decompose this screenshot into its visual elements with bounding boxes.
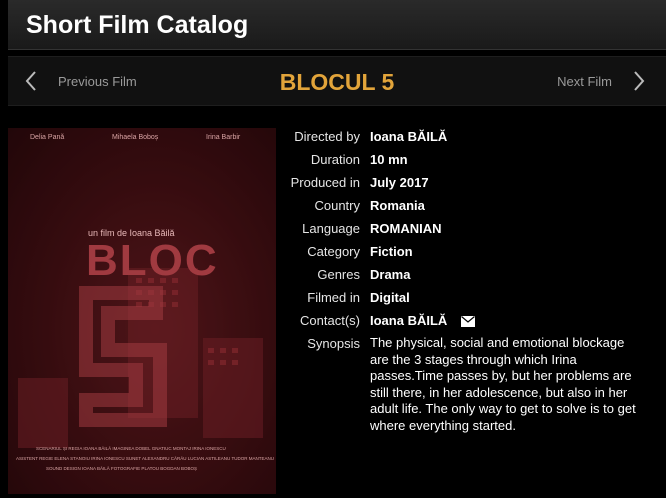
detail-label: Contact(s)	[300, 313, 360, 328]
detail-value: Fiction	[370, 244, 413, 259]
detail-row-produced: Produced in July 2017	[280, 174, 660, 192]
poster-actor: Mihaela Boboș	[112, 134, 159, 141]
poster-credits: SCENARIUL ȘI REGIA IOANA BĂILĂ IMAGINEA …	[36, 446, 226, 451]
detail-value: Romania	[370, 198, 425, 213]
detail-value: Digital	[370, 290, 410, 305]
detail-row-country: Country Romania	[280, 197, 660, 215]
detail-value: Ioana BĂILĂ	[370, 312, 475, 330]
poster-actor: Delia Pană	[30, 134, 65, 141]
poster-credits: SOUND DESIGN IOANA BĂILĂ FOTOGRAFIE PLAT…	[46, 466, 198, 471]
detail-value: Ioana BĂILĂ	[370, 129, 448, 144]
detail-label: Duration	[310, 152, 360, 167]
detail-label: Filmed in	[307, 290, 360, 305]
detail-row-contacts: Contact(s) Ioana BĂILĂ	[280, 312, 660, 330]
detail-label: Category	[307, 244, 360, 259]
detail-row-category: Category Fiction	[280, 243, 660, 261]
poster-title: BLOC	[86, 236, 219, 285]
film-details: Directed by Ioana BĂILĂ Duration 10 mn P…	[280, 128, 660, 439]
detail-label: Genres	[317, 267, 360, 282]
detail-row-synopsis: Synopsis The physical, social and emotio…	[280, 335, 660, 434]
detail-label: Synopsis	[307, 336, 360, 351]
synopsis-text: The physical, social and emotional block…	[370, 335, 636, 433]
chevron-right-icon	[634, 71, 645, 91]
film-navigation: Previous Film BLOCUL 5 Next Film	[8, 56, 666, 106]
catalog-title: Short Film Catalog	[26, 11, 249, 39]
detail-row-language: Language ROMANIAN	[280, 220, 660, 238]
detail-value: July 2017	[370, 175, 429, 190]
detail-value: 10 mn	[370, 152, 408, 167]
contact-name: Ioana BĂILĂ	[370, 313, 448, 328]
detail-value: ROMANIAN	[370, 221, 442, 236]
poster-actor: Irina Barbir	[206, 134, 241, 141]
poster-artwork	[8, 128, 276, 494]
detail-label: Directed by	[294, 129, 360, 144]
detail-row-director: Directed by Ioana BĂILĂ	[280, 128, 660, 146]
next-film-label: Next Film	[557, 73, 612, 89]
detail-label: Language	[302, 221, 360, 236]
detail-label: Country	[314, 198, 360, 213]
detail-label: Produced in	[290, 175, 360, 190]
mail-icon[interactable]	[460, 316, 475, 327]
film-poster: Delia Pană Mihaela Boboș Irina Barbir un…	[8, 128, 276, 494]
next-film-link[interactable]: Next Film	[557, 69, 650, 93]
detail-row-filmed-in: Filmed in Digital	[280, 289, 660, 307]
detail-value: Drama	[370, 267, 411, 282]
detail-row-duration: Duration 10 mn	[280, 151, 660, 169]
detail-row-genres: Genres Drama	[280, 266, 660, 284]
poster-credits: ASISTENT REGIE ELENA STANOIU IRINA IONES…	[16, 456, 274, 461]
site-header: Short Film Catalog	[8, 0, 666, 50]
